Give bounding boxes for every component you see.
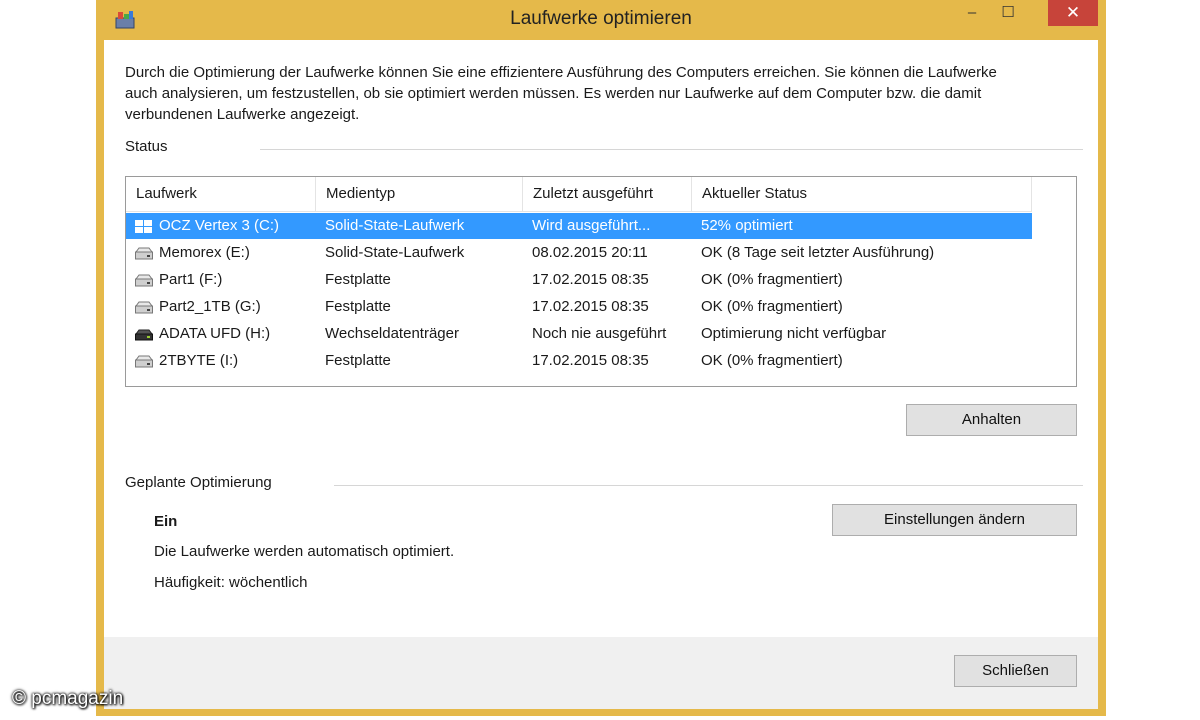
drive-media: Festplatte <box>325 352 391 369</box>
drive-last-run: Wird ausgeführt... <box>532 217 651 234</box>
hard-drive-icon <box>135 247 153 260</box>
watermark: © pcmagazin <box>12 688 124 709</box>
schedule-separator <box>334 485 1083 486</box>
drive-row[interactable]: Part2_1TB (G:) Festplatte 17.02.2015 08:… <box>126 294 1032 320</box>
change-settings-button[interactable]: Einstellungen ändern <box>832 504 1077 536</box>
hard-drive-icon <box>135 301 153 314</box>
drive-name: Memorex (E:) <box>159 244 250 261</box>
drive-name: Part2_1TB (G:) <box>159 298 261 315</box>
drive-last-run: 17.02.2015 08:35 <box>532 298 649 315</box>
drive-last-run: 08.02.2015 20:11 <box>532 244 648 261</box>
system-drive-icon <box>135 220 152 233</box>
drive-row[interactable]: Memorex (E:) Solid-State-Laufwerk 08.02.… <box>126 240 1032 266</box>
schedule-state: Ein <box>154 513 178 530</box>
column-header-zuletzt[interactable]: Zuletzt ausgeführt <box>523 177 692 211</box>
drive-status: OK (0% fragmentiert) <box>701 271 843 288</box>
window-title: Laufwerke optimieren <box>510 8 692 29</box>
maximize-button[interactable]: ☐ <box>990 0 1026 26</box>
hard-drive-icon <box>135 355 153 368</box>
dialog-window: Laufwerke optimieren – ☐ ✕ Durch die Opt… <box>96 0 1106 716</box>
drive-name: OCZ Vertex 3 (C:) <box>159 217 280 234</box>
drive-list[interactable]: Laufwerk Medientyp Zuletzt ausgeführt Ak… <box>125 176 1077 387</box>
description-text: Durch die Optimierung der Laufwerke könn… <box>125 64 997 123</box>
drive-status: 52% optimiert <box>701 217 793 234</box>
column-header-laufwerk[interactable]: Laufwerk <box>126 177 316 211</box>
close-button[interactable]: Schließen <box>954 655 1077 687</box>
close-window-button[interactable]: ✕ <box>1048 0 1098 26</box>
schedule-info: Die Laufwerke werden automatisch optimie… <box>154 543 455 560</box>
drive-row[interactable]: Part1 (F:) Festplatte 17.02.2015 08:35 O… <box>126 267 1032 293</box>
usb-drive-icon <box>135 329 153 341</box>
drive-media: Wechseldatenträger <box>325 325 459 342</box>
minimize-button[interactable]: – <box>954 0 990 26</box>
drive-row[interactable]: ADATA UFD (H:) Wechseldatenträger Noch n… <box>126 321 1032 347</box>
dialog-content: Durch die Optimierung der Laufwerke könn… <box>104 40 1098 709</box>
drive-last-run: 17.02.2015 08:35 <box>532 352 649 369</box>
hard-drive-icon <box>135 274 153 287</box>
drive-last-run: Noch nie ausgeführt <box>532 325 667 342</box>
list-header: Laufwerk Medientyp Zuletzt ausgeführt Ak… <box>126 177 1032 212</box>
drive-name: ADATA UFD (H:) <box>159 325 271 342</box>
title-bar[interactable]: Laufwerke optimieren – ☐ ✕ <box>104 0 1098 40</box>
dialog-footer: Schließen <box>104 637 1098 709</box>
drive-media: Festplatte <box>325 298 391 315</box>
schedule-frequency: Häufigkeit: wöchentlich <box>154 574 308 591</box>
drive-media: Festplatte <box>325 271 391 288</box>
status-separator <box>260 149 1083 150</box>
drive-status: OK (0% fragmentiert) <box>701 352 843 369</box>
drive-status: Optimierung nicht verfügbar <box>701 325 887 342</box>
drive-last-run: 17.02.2015 08:35 <box>532 271 649 288</box>
column-header-medientyp[interactable]: Medientyp <box>316 177 523 211</box>
status-section-label: Status <box>125 138 168 155</box>
stop-button[interactable]: Anhalten <box>906 404 1077 436</box>
drive-status: OK (8 Tage seit letzter Ausführung) <box>701 244 935 261</box>
drive-row[interactable]: OCZ Vertex 3 (C:) Solid-State-Laufwerk W… <box>126 213 1032 239</box>
drive-status: OK (0% fragmentiert) <box>701 298 843 315</box>
drive-media: Solid-State-Laufwerk <box>325 217 465 234</box>
drive-name: 2TBYTE (I:) <box>159 352 239 369</box>
drive-name: Part1 (F:) <box>159 271 223 288</box>
schedule-section-label: Geplante Optimierung <box>125 474 272 491</box>
drive-media: Solid-State-Laufwerk <box>325 244 465 261</box>
drive-row[interactable]: 2TBYTE (I:) Festplatte 17.02.2015 08:35 … <box>126 348 1032 374</box>
column-header-status[interactable]: Aktueller Status <box>692 177 1032 211</box>
